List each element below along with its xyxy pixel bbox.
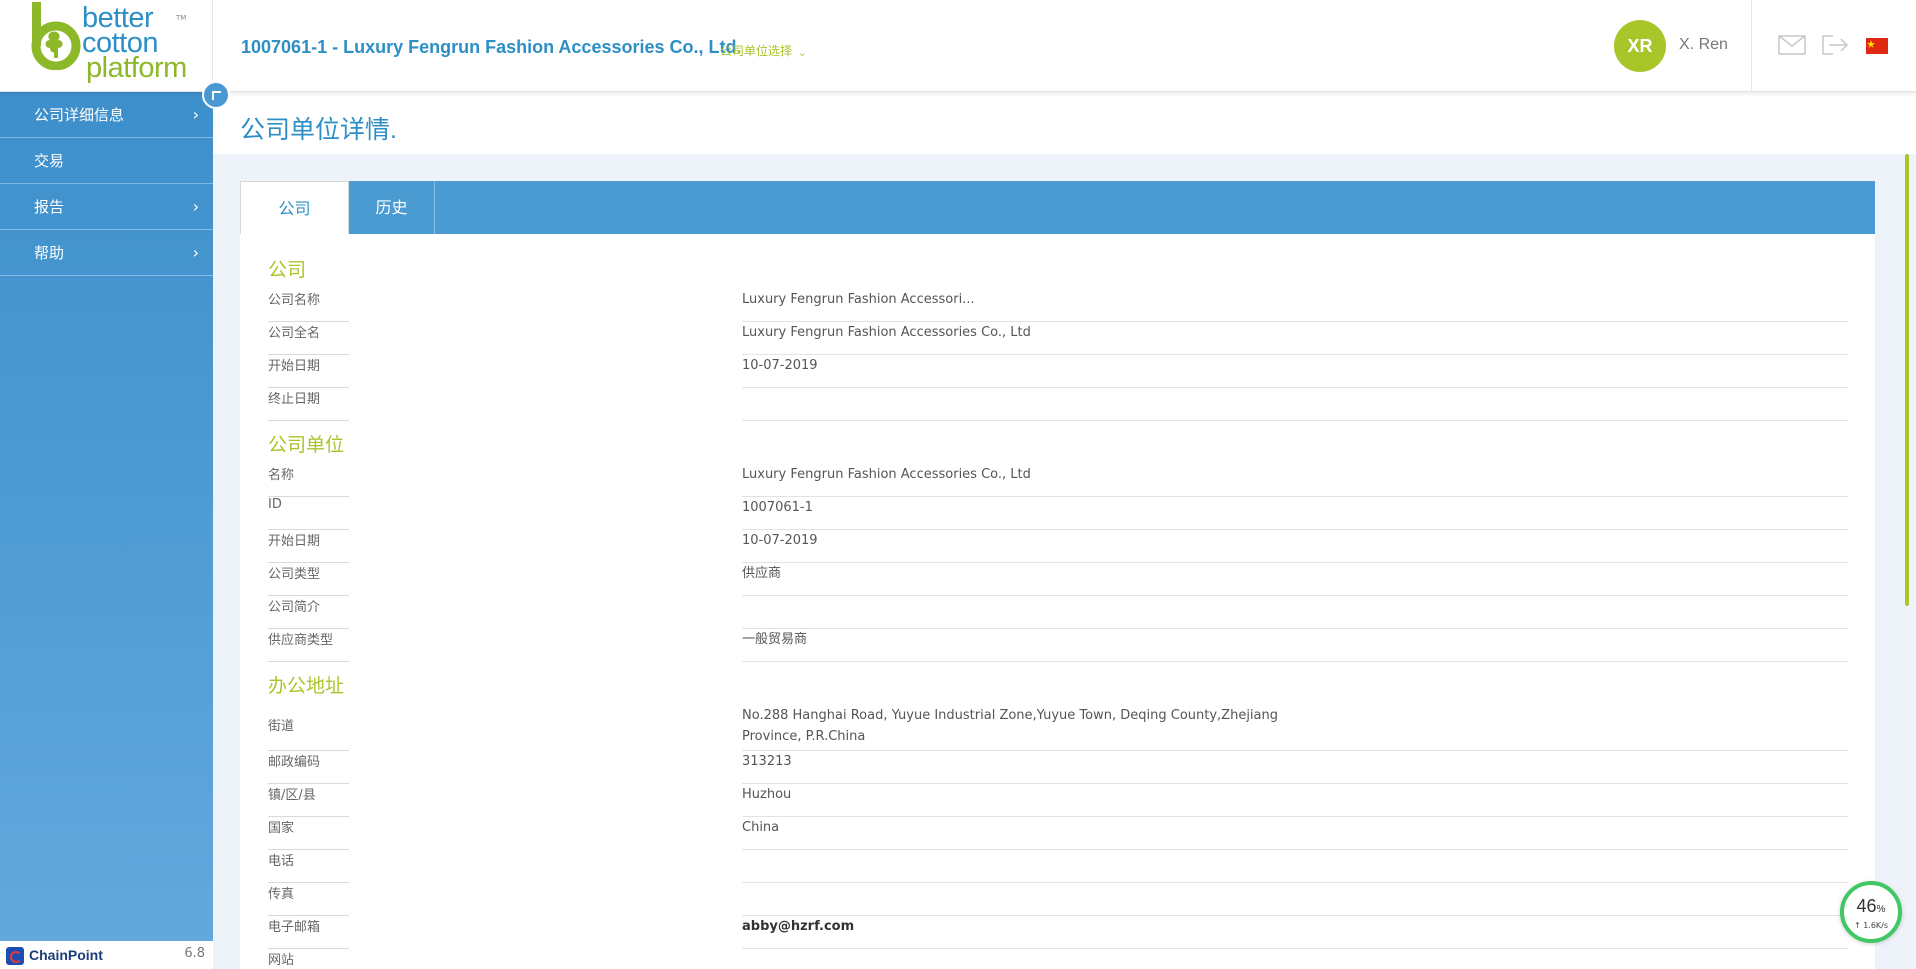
field-row: 终止日期 [268,388,1848,421]
cotton-b-icon [31,2,81,70]
tab-history[interactable]: 历史 [349,181,435,234]
field-label: 公司类型 [268,563,349,596]
field-row: 公司全名 Luxury Fengrun Fashion Accessories … [268,322,1848,355]
sidebar-collapse-button[interactable] [202,81,230,109]
sidebar-item-label: 公司详细信息 [34,106,125,124]
field-label: 电话 [268,850,349,883]
chevron-right-icon: › [192,105,199,124]
field-value: Luxury Fengrun Fashion Accessori... [742,289,1848,322]
network-speed: ↑ 1.6K/s [1853,921,1889,930]
field-label: 公司简介 [268,596,349,629]
field-label: 终止日期 [268,388,349,421]
sidebar-item-reports[interactable]: 报告 › [0,184,213,230]
field-row: 街道 No.288 Hanghai Road, Yuyue Industrial… [268,705,1848,751]
field-value: China [742,817,1848,850]
user-avatar[interactable]: XR [1614,20,1666,72]
company-title: 1007061-1 - Luxury Fengrun Fashion Acces… [241,37,742,57]
field-row: 传真 [268,883,1848,916]
tab-company[interactable]: 公司 [240,181,349,234]
field-row: 公司类型 供应商 [268,563,1848,596]
field-row: 公司名称 Luxury Fengrun Fashion Accessori... [268,289,1848,322]
field-value: Huzhou [742,784,1848,817]
field-value [742,596,1848,629]
field-row: 网站 [268,949,1848,969]
network-speed-widget[interactable]: 46% ↑ 1.6K/s [1840,881,1902,943]
sidebar-item-transactions[interactable]: 交易 [0,138,213,184]
field-row: 开始日期 10-07-2019 [268,355,1848,388]
user-name[interactable]: X. Ren [1679,36,1728,54]
company-unit-select[interactable]: 公司单位选择 ⌄ [720,42,806,59]
logo-wordmark: better cotton platform [82,2,187,84]
chainpoint-logo-icon [6,947,24,965]
section-title-company: 公司 [268,259,307,281]
field-value [742,883,1848,916]
logout-icon[interactable] [1821,34,1849,56]
field-value-street: No.288 Hanghai Road, Yuyue Industrial Zo… [742,705,1848,751]
field-label: 镇/区/县 [268,784,349,817]
details-card: 公司 历史 公司 公司名称 Luxury Fengrun Fashion Acc… [240,181,1875,969]
field-value: 1007061-1 [742,497,1848,530]
tab-bar: 公司 历史 [240,181,1875,234]
field-value: 供应商 [742,563,1848,596]
field-row: 电话 [268,850,1848,883]
field-label: 邮政编码 [268,751,349,784]
field-label: 公司全名 [268,322,349,355]
chainpoint-footer: ChainPoint 6.8 [0,941,213,969]
field-value: Luxury Fengrun Fashion Accessories Co., … [742,464,1848,497]
field-value: 10-07-2019 [742,530,1848,563]
field-label: 街道 [268,705,349,751]
chevron-right-icon: › [192,243,199,262]
field-label: ID [268,497,349,530]
field-row: 国家 China [268,817,1848,850]
scrollbar-thumb[interactable] [1905,154,1909,606]
mail-icon[interactable] [1778,34,1806,56]
section-title-address: 办公地址 [268,675,345,697]
better-cotton-logo[interactable]: better cotton platform TM [0,0,213,92]
page-title: 公司单位详情. [240,116,397,144]
header-divider [1751,0,1752,92]
field-value: 313213 [742,751,1848,784]
sidebar-item-help[interactable]: 帮助 › [0,230,213,276]
page-title-bar: 公司单位详情. [213,92,1916,154]
sidebar-item-label: 报告 [34,198,65,216]
field-row: 电子邮箱 abby@hzrf.com [268,916,1848,949]
chainpoint-brand: ChainPoint [29,947,103,963]
field-row: 公司简介 [268,596,1848,629]
field-label: 名称 [268,464,349,497]
field-label: 传真 [268,883,349,916]
app-version: 6.8 [184,946,205,961]
field-row: 名称 Luxury Fengrun Fashion Accessories Co… [268,464,1848,497]
sidebar: 公司详细信息 › 交易 报告 › 帮助 › [0,92,213,969]
field-value: 10-07-2019 [742,355,1848,388]
top-header: better cotton platform TM 1007061-1 - Lu… [0,0,1916,92]
field-label: 电子邮箱 [268,916,349,949]
network-percent: 46% [1856,896,1886,916]
sidebar-item-label: 交易 [34,152,65,170]
field-label: 网站 [268,949,349,969]
sidebar-item-label: 帮助 [34,244,65,262]
field-label: 供应商类型 [268,629,349,662]
field-label: 国家 [268,817,349,850]
chevron-down-icon: ⌄ [798,48,807,59]
field-value: Luxury Fengrun Fashion Accessories Co., … [742,322,1848,355]
field-value [742,850,1848,883]
china-flag-icon[interactable] [1866,38,1888,54]
email-value[interactable]: abby@hzrf.com [742,916,1848,949]
section-title-unit: 公司单位 [268,434,345,456]
field-row: 镇/区/县 Huzhou [268,784,1848,817]
field-row: ID 1007061-1 [268,497,1848,530]
field-row: 开始日期 10-07-2019 [268,530,1848,563]
chevron-right-icon: › [192,197,199,216]
field-value [742,388,1848,421]
field-label: 开始日期 [268,355,349,388]
field-value [742,949,1848,969]
field-value: 一般贸易商 [742,629,1848,662]
field-label: 开始日期 [268,530,349,563]
trademark-mark: TM [176,14,187,22]
field-label: 公司名称 [268,289,349,322]
field-row: 供应商类型 一般贸易商 [268,629,1848,662]
sidebar-item-company-details[interactable]: 公司详细信息 › [0,92,213,138]
field-row: 邮政编码 313213 [268,751,1848,784]
